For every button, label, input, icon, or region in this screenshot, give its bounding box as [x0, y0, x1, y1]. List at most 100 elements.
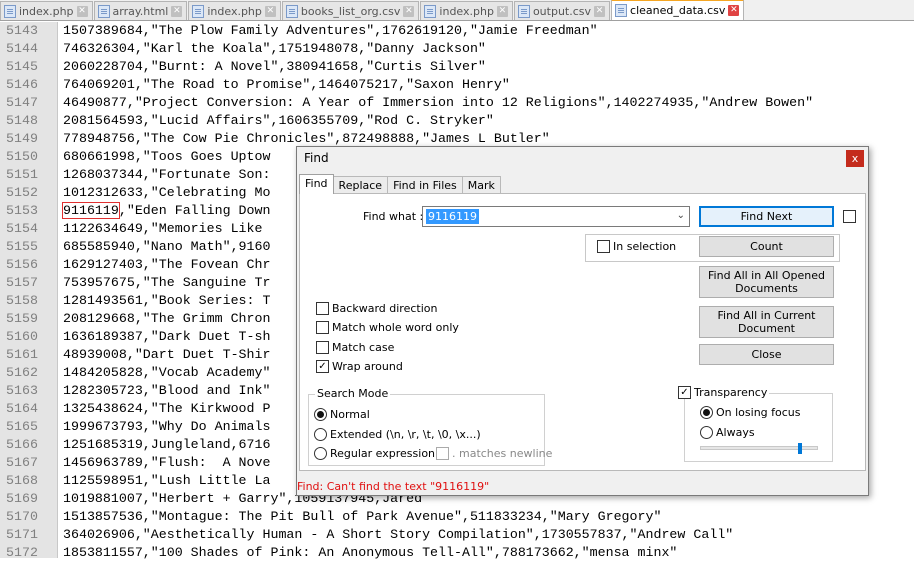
search-mode-regex-radio[interactable]: Regular expression: [314, 447, 435, 460]
matches-newline-box[interactable]: [436, 447, 449, 460]
line-text[interactable]: 2081564593,"Lucid Affairs",1606355709,"R…: [63, 112, 494, 130]
line-text-segment: 1636189387,"Dark Duet T-sh: [63, 329, 271, 344]
in-selection-checkbox[interactable]: In selection: [597, 240, 676, 253]
chevron-down-icon[interactable]: ⌄: [677, 210, 685, 221]
tab-document[interactable]: array.html ✕: [93, 1, 188, 20]
tab-find-in-files[interactable]: Find in Files: [387, 176, 463, 194]
radio-always[interactable]: [700, 426, 713, 439]
find-next-button[interactable]: Find Next: [699, 206, 834, 227]
line-text[interactable]: 1636189387,"Dark Duet T-sh: [63, 328, 270, 346]
line-text[interactable]: 208129668,"The Grimm Chron: [63, 310, 270, 328]
line-text[interactable]: 1629127403,"The Fovean Chr: [63, 256, 270, 274]
line-text[interactable]: 1513857536,"Montague: The Pit Bull of Pa…: [63, 508, 661, 526]
transparency-slider-thumb[interactable]: [798, 443, 803, 454]
editor-line[interactable]: 5172 1853811557,"100 Shades of Pink: An A…: [0, 544, 914, 562]
radio-regex[interactable]: [314, 447, 327, 460]
close-icon[interactable]: ✕: [728, 5, 740, 16]
line-text-segment: 1251685319,Jungleland,6716: [63, 437, 271, 452]
line-text[interactable]: 1281493561,"Book Series: T: [63, 292, 270, 310]
close-icon[interactable]: ✕: [76, 5, 88, 17]
tab-label: index.php: [439, 4, 494, 18]
tab-document[interactable]: output.csv ✕: [513, 1, 611, 20]
search-mode-title: Search Mode: [315, 387, 391, 400]
editor-line[interactable]: 5144 746326304,"Karl the Koala",175194807…: [0, 40, 914, 58]
match-case-box[interactable]: [316, 341, 329, 354]
radio-extended[interactable]: [314, 428, 327, 441]
search-mode-extended-radio[interactable]: Extended (\n, \r, \t, \0, \x...): [314, 428, 481, 441]
line-text[interactable]: 1268037344,"Fortunate Son:: [63, 166, 270, 184]
matches-newline-checkbox[interactable]: . matches newline: [436, 447, 552, 460]
editor-line[interactable]: 5143 1507389684,"The Plow Family Adventur…: [0, 22, 914, 40]
editor-line[interactable]: 5145 2060228704,"Burnt: A Novel",38094165…: [0, 58, 914, 76]
backward-direction-box[interactable]: [316, 302, 329, 315]
tab-document[interactable]: index.php ✕: [188, 1, 281, 20]
line-number: 5160: [6, 329, 38, 344]
editor-line[interactable]: 5146 764069201,"The Road to Promise",1464…: [0, 76, 914, 94]
line-text[interactable]: 2060228704,"Burnt: A Novel",380941658,"C…: [63, 58, 486, 76]
line-text[interactable]: 364026906,"Aesthetically Human - A Short…: [63, 526, 733, 544]
in-selection-box[interactable]: [597, 240, 610, 253]
line-text[interactable]: 1507389684,"The Plow Family Adventures",…: [63, 22, 598, 40]
line-number: 5171: [6, 527, 38, 542]
backward-direction-checkbox[interactable]: Backward direction: [316, 302, 437, 315]
wrap-around-checkbox[interactable]: ✓ Wrap around: [316, 360, 403, 373]
line-text[interactable]: 685585940,"Nano Math",9160: [63, 238, 270, 256]
line-text[interactable]: 680661998,"Toos Goes Uptow: [63, 148, 270, 166]
line-text[interactable]: 48939008,"Dart Duet T-Shir: [63, 346, 270, 364]
line-text[interactable]: 1853811557,"100 Shades of Pink: An Anony…: [63, 544, 677, 562]
match-whole-word-box[interactable]: [316, 321, 329, 334]
line-text[interactable]: 746326304,"Karl the Koala",1751948078,"D…: [63, 40, 486, 58]
tab-document[interactable]: index.php ✕: [0, 1, 93, 20]
tab-document[interactable]: index.php ✕: [420, 1, 513, 20]
line-text-segment: 746326304,"Karl the Koala",1751948078,"D…: [63, 41, 486, 56]
in-selection-label: In selection: [613, 240, 677, 253]
match-whole-word-checkbox[interactable]: Match whole word only: [316, 321, 459, 334]
line-text[interactable]: 753957675,"The Sanguine Tr: [63, 274, 270, 292]
close-icon[interactable]: ✕: [403, 5, 415, 17]
editor-line[interactable]: 5170 1513857536,"Montague: The Pit Bull o…: [0, 508, 914, 526]
find-all-opened-documents-button[interactable]: Find All in All Opened Documents: [699, 266, 834, 298]
wrap-around-box[interactable]: ✓: [316, 360, 329, 373]
close-icon[interactable]: x: [846, 150, 864, 167]
close-icon[interactable]: ✕: [264, 5, 276, 17]
tab-mark[interactable]: Mark: [461, 176, 501, 194]
find-next-option-checkbox[interactable]: [843, 210, 856, 223]
editor-line[interactable]: 5171 364026906,"Aesthetically Human - A S…: [0, 526, 914, 544]
transparency-checkbox[interactable]: ✓ Transparency: [678, 386, 770, 399]
find-all-current-document-button[interactable]: Find All in Current Document: [699, 306, 834, 338]
tab-document[interactable]: books_list_org.csv ✕: [281, 1, 420, 20]
close-button[interactable]: Close: [699, 344, 834, 365]
line-text[interactable]: 764069201,"The Road to Promise",14640752…: [63, 76, 510, 94]
find-what-input[interactable]: 9116119: [426, 209, 479, 224]
line-text[interactable]: 1251685319,Jungleland,6716: [63, 436, 270, 454]
line-number: 5164: [6, 401, 38, 416]
tab-find[interactable]: Find: [299, 174, 334, 194]
line-text[interactable]: 9116119,"Eden Falling Down: [62, 202, 270, 220]
editor-line[interactable]: 5148 2081564593,"Lucid Affairs",160635570…: [0, 112, 914, 130]
line-text-segment: 208129668,"The Grimm Chron: [63, 311, 271, 326]
transparency-box[interactable]: ✓: [678, 386, 691, 399]
count-button[interactable]: Count: [699, 236, 834, 257]
always-radio[interactable]: Always: [700, 426, 755, 439]
search-mode-normal-radio[interactable]: Normal: [314, 408, 370, 421]
tab-document[interactable]: cleaned_data.csv ✕: [611, 0, 745, 20]
line-text[interactable]: 1484205828,"Vocab Academy": [63, 364, 270, 382]
radio-normal[interactable]: [314, 408, 327, 421]
line-text[interactable]: 1999673793,"Why Do Animals: [63, 418, 270, 436]
status-message: Find: Can't find the text "9116119": [297, 480, 490, 493]
close-icon[interactable]: ✕: [594, 5, 606, 17]
line-text[interactable]: 1122634649,"Memories Like: [63, 220, 263, 238]
line-text[interactable]: 46490877,"Project Conversion: A Year of …: [63, 94, 813, 112]
line-text[interactable]: 1325438624,"The Kirkwood P: [63, 400, 270, 418]
on-losing-focus-radio[interactable]: On losing focus: [700, 406, 801, 419]
match-case-checkbox[interactable]: Match case: [316, 341, 394, 354]
radio-on-losing-focus[interactable]: [700, 406, 713, 419]
close-icon[interactable]: ✕: [496, 5, 508, 17]
line-text[interactable]: 1282305723,"Blood and Ink": [63, 382, 270, 400]
close-icon[interactable]: ✕: [171, 5, 183, 17]
editor-line[interactable]: 5147 46490877,"Project Conversion: A Year…: [0, 94, 914, 112]
tab-replace[interactable]: Replace: [332, 176, 389, 194]
find-what-combobox[interactable]: 9116119 ⌄: [422, 206, 690, 227]
line-text[interactable]: 1012312633,"Celebrating Mo: [63, 184, 270, 202]
line-text[interactable]: 1456963789,"Flush: A Nove: [63, 454, 270, 472]
